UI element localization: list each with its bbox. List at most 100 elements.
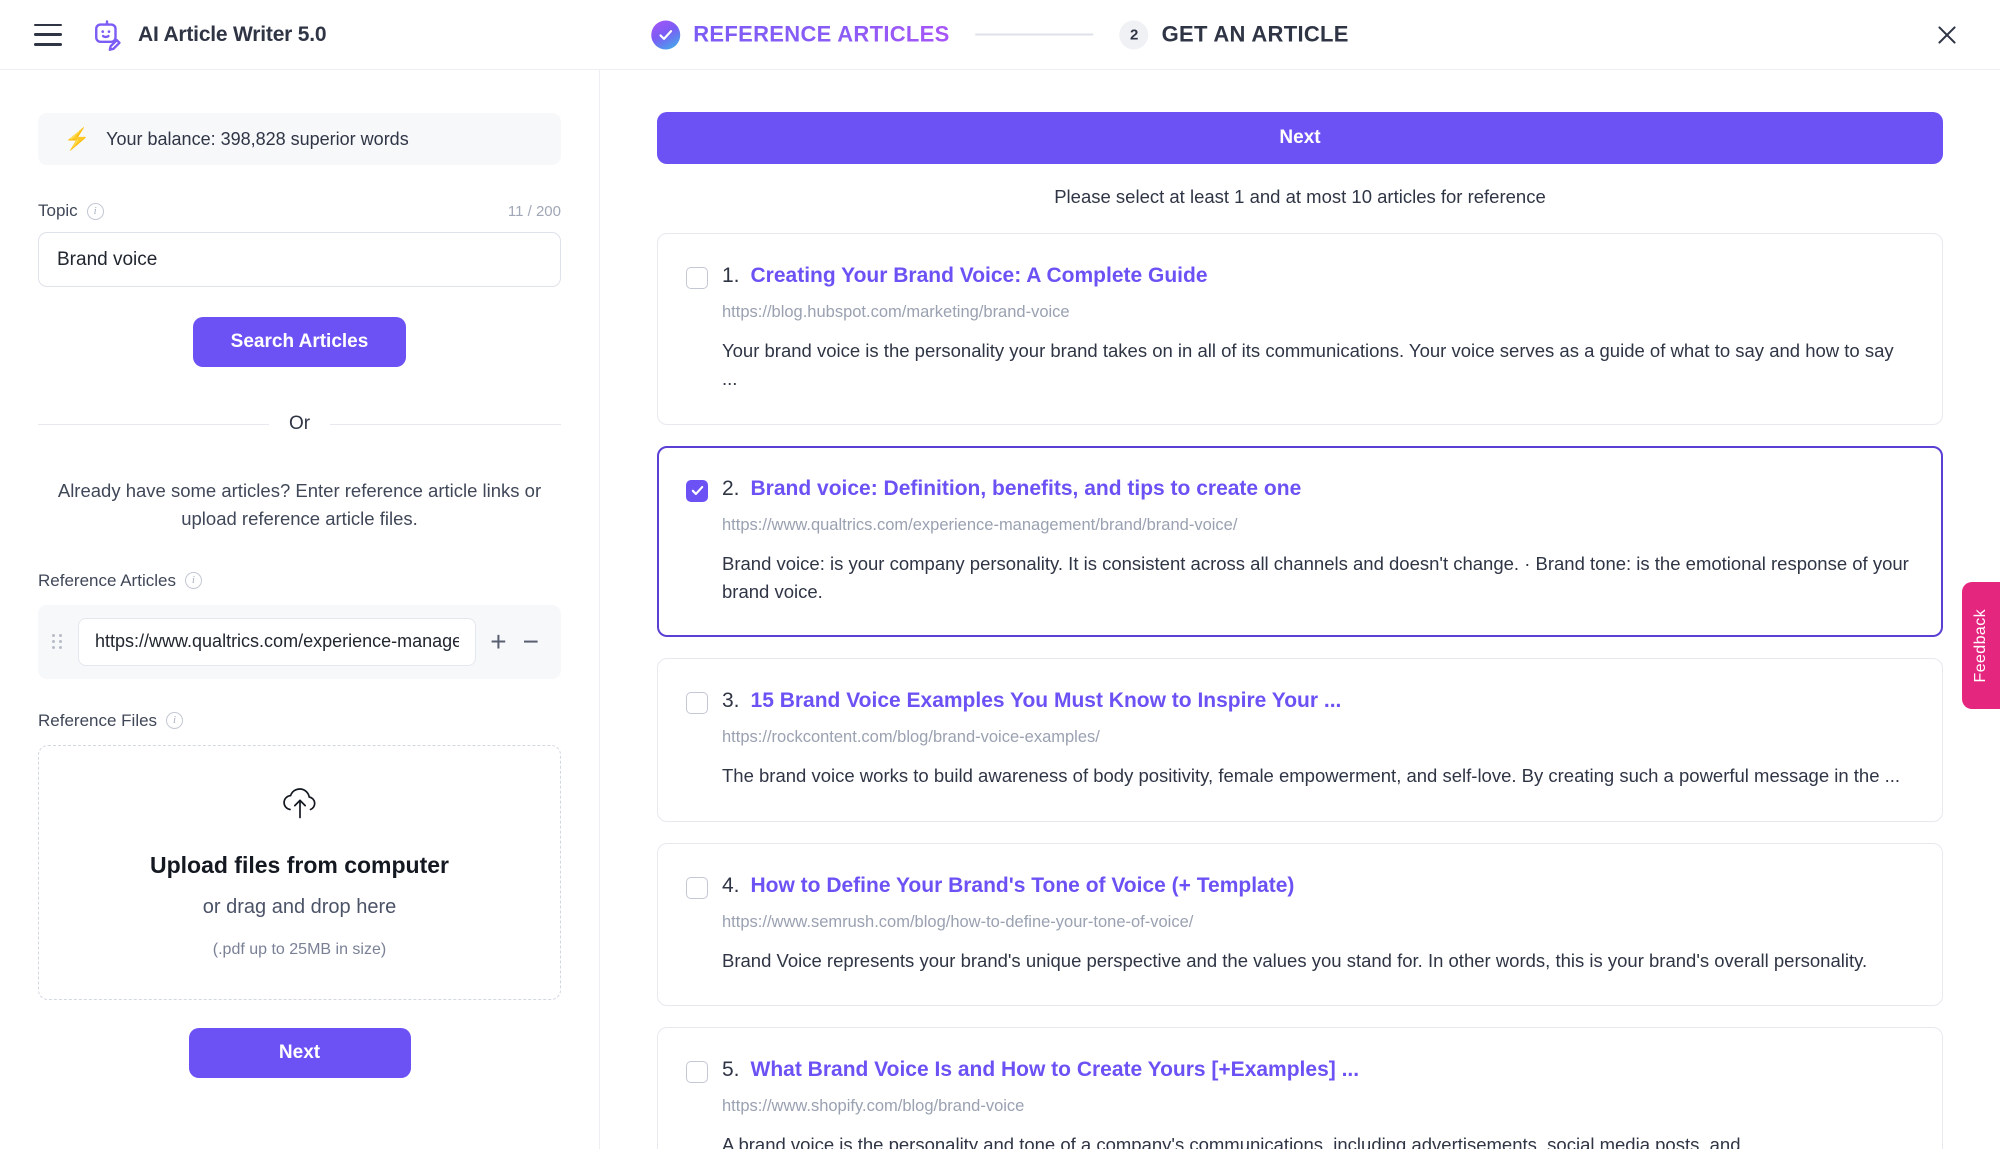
- bolt-icon: ⚡: [64, 129, 90, 150]
- article-card[interactable]: 4. How to Define Your Brand's Tone of Vo…: [657, 843, 1943, 1006]
- selection-note: Please select at least 1 and at most 10 …: [657, 186, 1943, 208]
- reference-articles-label-group: Reference Articles i: [38, 571, 202, 591]
- article-card-header: 4. How to Define Your Brand's Tone of Vo…: [686, 872, 1910, 900]
- article-checkbox[interactable]: [686, 267, 708, 289]
- article-index: 2.: [722, 475, 740, 503]
- or-label: Or: [289, 413, 310, 435]
- hamburger-bar: [34, 24, 62, 27]
- dropzone-title: Upload files from computer: [150, 852, 449, 879]
- step-get-an-article[interactable]: 2 GET AN ARTICLE: [1120, 20, 1349, 49]
- balance-text: Your balance: 398,828 superior words: [106, 129, 409, 150]
- article-checkbox[interactable]: [686, 692, 708, 714]
- article-index: 4.: [722, 872, 740, 900]
- hamburger-icon[interactable]: [34, 24, 64, 46]
- brand[interactable]: AI Article Writer 5.0: [90, 18, 326, 52]
- plus-icon[interactable]: +: [490, 628, 506, 656]
- check-icon: [651, 20, 680, 49]
- article-title-link[interactable]: How to Define Your Brand's Tone of Voice…: [751, 872, 1295, 899]
- topic-label-group: Topic i: [38, 201, 104, 221]
- topic-field-header: Topic i 11 / 200: [38, 201, 561, 221]
- dot: [59, 646, 62, 649]
- step-label-get-an-article: GET AN ARTICLE: [1162, 22, 1349, 48]
- article-snippet: The brand voice works to build awareness…: [722, 762, 1910, 790]
- reference-article-row: + −: [38, 605, 561, 679]
- sidebar-hint: Already have some articles? Enter refere…: [38, 477, 561, 533]
- article-index: 1.: [722, 262, 740, 290]
- sidebar-next-button[interactable]: Next: [189, 1028, 411, 1078]
- article-snippet: Your brand voice is the personality your…: [722, 337, 1910, 393]
- step-label-reference-articles: REFERENCE ARTICLES: [693, 22, 949, 48]
- article-card-header: 3. 15 Brand Voice Examples You Must Know…: [686, 687, 1910, 715]
- row-controls: + −: [490, 628, 539, 656]
- balance-banner: ⚡ Your balance: 398,828 superior words: [38, 113, 561, 165]
- divider-line-right: [330, 424, 561, 425]
- next-button[interactable]: Next: [657, 112, 1943, 164]
- info-icon[interactable]: i: [185, 572, 202, 589]
- dot: [52, 640, 55, 643]
- minus-icon[interactable]: −: [523, 628, 539, 656]
- article-snippet: A brand voice is the personality and ton…: [722, 1131, 1910, 1149]
- article-card-header: 5. What Brand Voice Is and How to Create…: [686, 1056, 1910, 1084]
- hamburger-bar: [34, 33, 62, 36]
- close-icon[interactable]: [1930, 18, 1964, 52]
- step-connector: [976, 34, 1094, 36]
- article-url: https://www.qualtrics.com/experience-man…: [722, 516, 1910, 535]
- main-panel: Next Please select at least 1 and at mos…: [600, 70, 2000, 1149]
- article-index: 3.: [722, 687, 740, 715]
- topic-input[interactable]: [38, 232, 561, 287]
- step-reference-articles[interactable]: REFERENCE ARTICLES: [651, 20, 949, 49]
- divider-line-left: [38, 424, 269, 425]
- step-indicator: REFERENCE ARTICLES 2 GET AN ARTICLE: [651, 20, 1349, 49]
- article-card-header: 1. Creating Your Brand Voice: A Complete…: [686, 262, 1910, 290]
- info-icon[interactable]: i: [166, 712, 183, 729]
- article-title-link[interactable]: Brand voice: Definition, benefits, and t…: [751, 475, 1302, 502]
- article-checkbox[interactable]: [686, 1061, 708, 1083]
- article-index: 5.: [722, 1056, 740, 1084]
- body: ⚡ Your balance: 398,828 superior words T…: [0, 70, 2000, 1149]
- article-checkbox[interactable]: [686, 877, 708, 899]
- article-title-link[interactable]: Creating Your Brand Voice: A Complete Gu…: [751, 262, 1208, 289]
- or-divider: Or: [38, 413, 561, 435]
- cloud-upload-icon: [277, 785, 323, 830]
- article-url: https://rockcontent.com/blog/brand-voice…: [722, 728, 1910, 747]
- article-checkbox[interactable]: [686, 480, 708, 502]
- info-icon[interactable]: i: [87, 203, 104, 220]
- robot-pen-icon: [90, 18, 124, 52]
- article-title-link[interactable]: What Brand Voice Is and How to Create Yo…: [751, 1056, 1360, 1083]
- article-url: https://www.semrush.com/blog/how-to-defi…: [722, 913, 1910, 932]
- article-card-header: 2. Brand voice: Definition, benefits, an…: [686, 475, 1910, 503]
- dot: [59, 640, 62, 643]
- article-title-link[interactable]: 15 Brand Voice Examples You Must Know to…: [751, 687, 1342, 714]
- dot: [52, 634, 55, 637]
- app-root: AI Article Writer 5.0 REFERENCE ARTICLES…: [0, 0, 2000, 1149]
- reference-files-label: Reference Files: [38, 711, 157, 731]
- article-card[interactable]: 1. Creating Your Brand Voice: A Complete…: [657, 233, 1943, 425]
- reference-files-header: Reference Files i: [38, 711, 561, 731]
- app-title: AI Article Writer 5.0: [138, 23, 326, 47]
- article-snippet: Brand voice: is your company personality…: [722, 550, 1910, 606]
- dot: [52, 646, 55, 649]
- reference-articles-header: Reference Articles i: [38, 571, 561, 591]
- file-dropzone[interactable]: Upload files from computer or drag and d…: [38, 745, 561, 1000]
- dot: [59, 634, 62, 637]
- app-header: AI Article Writer 5.0 REFERENCE ARTICLES…: [0, 0, 2000, 70]
- drag-handle-icon[interactable]: [52, 634, 64, 649]
- article-card[interactable]: 3. 15 Brand Voice Examples You Must Know…: [657, 658, 1943, 821]
- hamburger-bar: [34, 43, 62, 46]
- article-results-list: 1. Creating Your Brand Voice: A Complete…: [657, 233, 1943, 1149]
- article-card[interactable]: 5. What Brand Voice Is and How to Create…: [657, 1027, 1943, 1149]
- reference-article-link-input[interactable]: [78, 618, 476, 666]
- reference-articles-label: Reference Articles: [38, 571, 176, 591]
- reference-files-label-group: Reference Files i: [38, 711, 183, 731]
- article-url: https://blog.hubspot.com/marketing/brand…: [722, 303, 1910, 322]
- step-number-badge: 2: [1120, 20, 1149, 49]
- feedback-tab[interactable]: Feedback: [1962, 582, 2000, 709]
- feedback-label: Feedback: [1972, 609, 1990, 682]
- search-articles-button[interactable]: Search Articles: [193, 317, 407, 367]
- topic-char-counter: 11 / 200: [508, 203, 561, 220]
- sidebar: ⚡ Your balance: 398,828 superior words T…: [0, 70, 600, 1149]
- dropzone-note: (.pdf up to 25MB in size): [213, 941, 386, 959]
- article-snippet: Brand Voice represents your brand's uniq…: [722, 947, 1910, 975]
- topic-label: Topic: [38, 201, 78, 221]
- article-card[interactable]: 2. Brand voice: Definition, benefits, an…: [657, 446, 1943, 638]
